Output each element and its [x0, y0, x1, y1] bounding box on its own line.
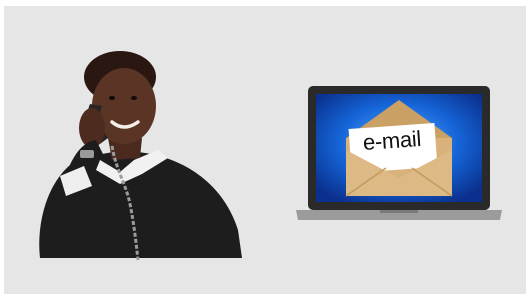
email-letter-text: e-mail — [362, 126, 422, 155]
laptop-email-icon — [296, 86, 502, 220]
